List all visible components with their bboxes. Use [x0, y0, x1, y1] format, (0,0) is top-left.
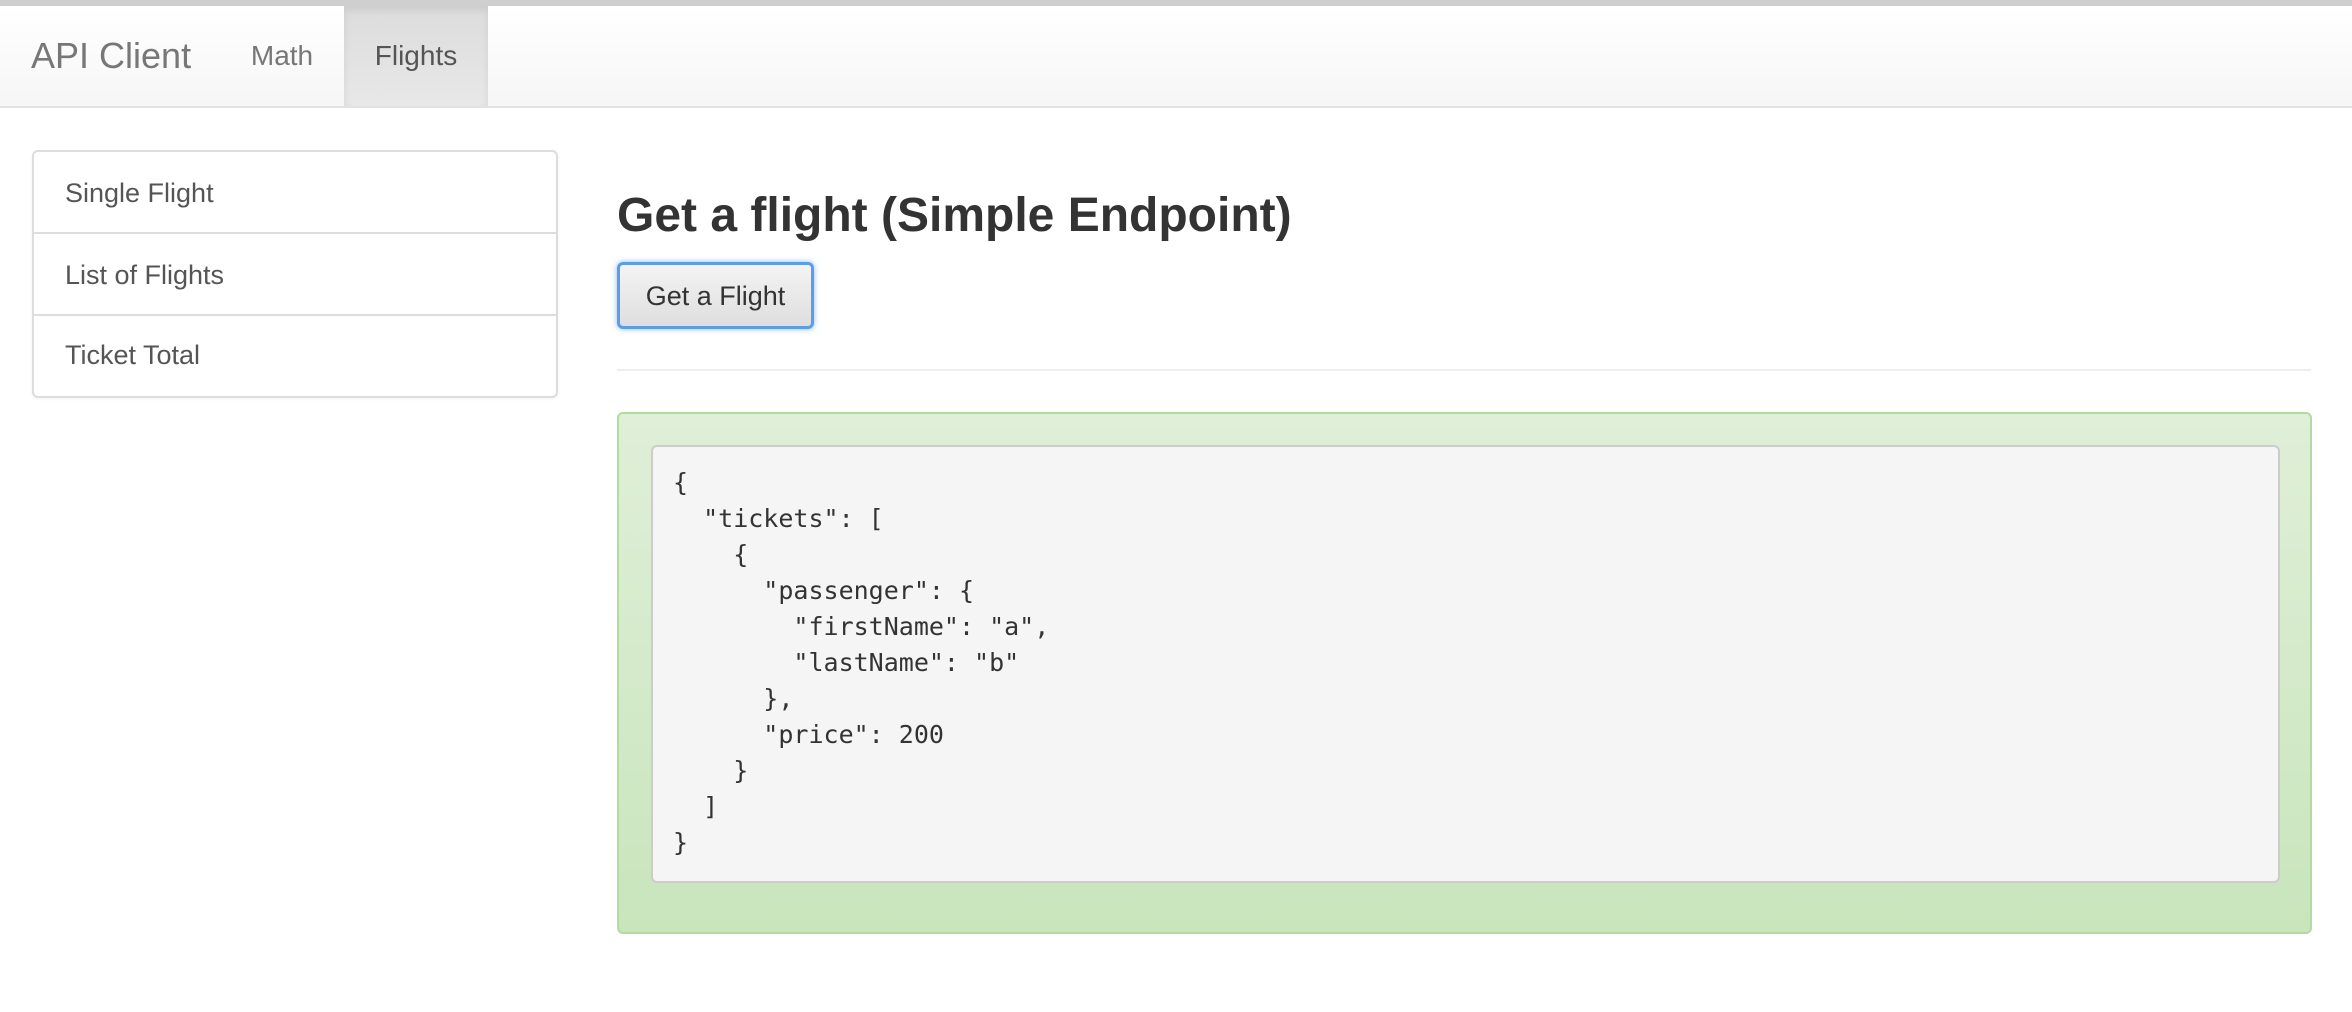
sidebar-item-ticket-total[interactable]: Ticket Total: [34, 316, 556, 396]
sidebar: Single Flight List of Flights Ticket Tot…: [32, 150, 558, 398]
navbar: API Client Math Flights: [0, 6, 2352, 108]
nav-item-flights[interactable]: Flights: [344, 6, 488, 106]
get-flight-button[interactable]: Get a Flight: [617, 262, 814, 329]
divider: [617, 369, 2311, 371]
result-json-code: { "tickets": [ { "passenger": { "firstNa…: [651, 445, 2280, 883]
navbar-brand[interactable]: API Client: [31, 6, 191, 106]
sidebar-item-list-of-flights[interactable]: List of Flights: [34, 234, 556, 316]
sidebar-item-single-flight[interactable]: Single Flight: [34, 152, 556, 234]
page-title: Get a flight (Simple Endpoint): [617, 189, 1292, 242]
result-panel: { "tickets": [ { "passenger": { "firstNa…: [617, 412, 2312, 934]
nav-item-math[interactable]: Math: [220, 6, 344, 106]
